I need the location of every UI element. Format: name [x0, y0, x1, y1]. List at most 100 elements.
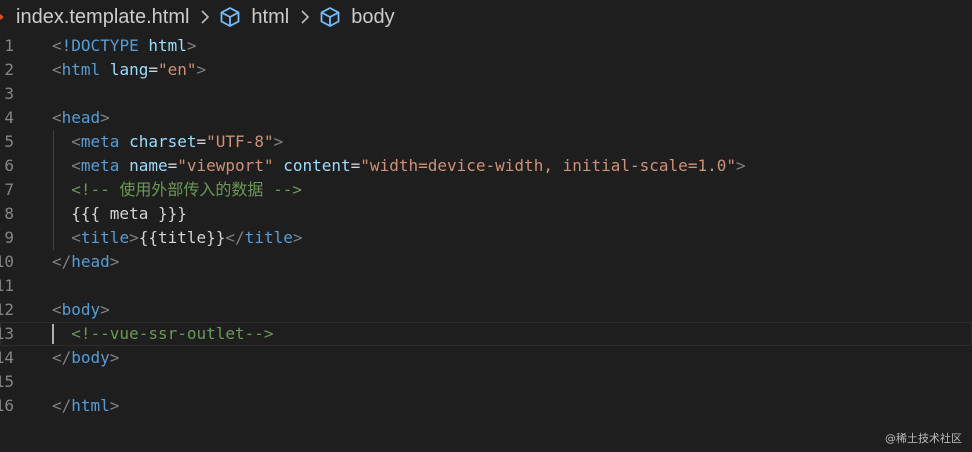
- code-token: title: [80, 228, 130, 247]
- code-text: <!DOCTYPE html>: [52, 34, 197, 58]
- code-line[interactable]: 4 <head>: [0, 106, 972, 130]
- line-number: 6: [4, 156, 14, 175]
- code-token: </: [52, 252, 72, 271]
- line-number: 5: [4, 132, 14, 151]
- code-token: head: [61, 108, 101, 127]
- breadcrumb-item-html[interactable]: html: [251, 6, 289, 29]
- code-line[interactable]: 5 <meta charset="UTF-8">: [0, 130, 972, 154]
- line-number: 2: [4, 60, 14, 79]
- code-line[interactable]: 6 <meta name="viewport" content="width=d…: [0, 154, 972, 178]
- code-line[interactable]: 8 {{{ meta }}}: [0, 202, 972, 226]
- element-cube-icon: [219, 6, 241, 28]
- breadcrumb: index.template.html html body: [0, 0, 972, 34]
- code-text: <head>: [52, 106, 110, 130]
- code-token: >: [129, 228, 139, 247]
- code-line[interactable]: 15: [0, 370, 972, 394]
- code-token: >: [109, 348, 120, 367]
- line-number: 12: [0, 300, 14, 319]
- code-token: >: [273, 132, 284, 151]
- code-text: </head>: [52, 250, 119, 274]
- code-token: =: [196, 132, 207, 151]
- code-token: "width=device-width, initial-scale=1.0": [360, 156, 736, 175]
- code-token: lang: [109, 60, 149, 79]
- code-line[interactable]: 9 <title>{{title}}</title>: [0, 226, 972, 250]
- code-line[interactable]: 13 <!--vue-ssr-outlet-->: [0, 322, 972, 346]
- code-token: >: [735, 156, 746, 175]
- code-token: >: [100, 108, 110, 127]
- line-number: 4: [4, 108, 14, 127]
- code-text: <meta charset="UTF-8">: [52, 130, 283, 154]
- watermark: @稀土技术社区: [885, 432, 962, 445]
- code-token: <: [52, 108, 62, 127]
- code-text: <meta name="viewport" content="width=dev…: [52, 154, 746, 178]
- code-token: {{title}}: [138, 228, 226, 247]
- code-line[interactable]: 1 <!DOCTYPE html>: [0, 34, 972, 58]
- code-line[interactable]: 10 </head>: [0, 250, 972, 274]
- chevron-right-icon: [295, 8, 315, 26]
- element-cube-icon: [319, 6, 341, 28]
- code-text: <title>{{title}}</title>: [52, 226, 303, 250]
- code-line[interactable]: 3: [0, 82, 972, 106]
- code-token: body: [61, 300, 101, 319]
- line-number: 8: [4, 204, 14, 223]
- code-editor: index.template.html html body 1 <!DOCTYPE…: [0, 0, 972, 452]
- code-token: </: [225, 228, 245, 247]
- code-line[interactable]: 7 <!-- 使用外部传入的数据 -->: [0, 178, 972, 202]
- line-number: 13: [0, 324, 14, 343]
- line-number: 9: [4, 228, 14, 247]
- code-text: <body>: [52, 298, 110, 322]
- code-token: "en": [157, 60, 197, 79]
- code-text: <!--vue-ssr-outlet-->: [52, 322, 273, 346]
- code-text: </html>: [52, 394, 119, 418]
- code-token: =: [148, 60, 158, 79]
- code-line[interactable]: 12 <body>: [0, 298, 972, 322]
- code-token: <!-- 使用外部传入的数据 -->: [71, 180, 302, 199]
- code-token: >: [292, 228, 303, 247]
- code-text: </body>: [52, 346, 119, 370]
- line-number: 14: [0, 348, 14, 367]
- line-number: 15: [0, 372, 14, 391]
- code-token: <: [52, 36, 62, 55]
- line-number: 11: [0, 276, 14, 295]
- code-token: <: [71, 228, 81, 247]
- code-line[interactable]: 2 <html lang="en">: [0, 58, 972, 82]
- code-lines[interactable]: 1 <!DOCTYPE html> 2 <html lang="en"> 3 4 <head…: [0, 34, 972, 418]
- code-token: <: [71, 156, 81, 175]
- code-token: >: [109, 252, 120, 271]
- line-number: 3: [4, 84, 14, 103]
- code-token: "UTF-8": [206, 132, 274, 151]
- code-token: >: [186, 36, 197, 55]
- code-token: charset: [129, 132, 197, 151]
- code-token: </: [52, 396, 72, 415]
- code-line[interactable]: 11: [0, 274, 972, 298]
- code-token: >: [109, 396, 120, 415]
- code-token: =: [167, 156, 178, 175]
- line-number: 16: [0, 396, 14, 415]
- code-token: >: [100, 300, 110, 319]
- code-line[interactable]: 14 </body>: [0, 346, 972, 370]
- code-token: name: [129, 156, 168, 175]
- code-token: >: [196, 60, 207, 79]
- code-token: title: [244, 228, 293, 247]
- line-number: 7: [4, 180, 14, 199]
- code-text: <html lang="en">: [52, 58, 206, 82]
- code-token: <: [52, 60, 62, 79]
- breadcrumb-file[interactable]: index.template.html: [16, 6, 189, 29]
- breadcrumb-item-body[interactable]: body: [351, 6, 394, 29]
- code-token: body: [71, 348, 110, 367]
- code-token: meta: [80, 156, 130, 175]
- code-token: html: [61, 60, 110, 79]
- code-line[interactable]: 16 </html>: [0, 394, 972, 418]
- code-token: html: [148, 36, 187, 55]
- code-token: <: [52, 300, 62, 319]
- code-text: <!-- 使用外部传入的数据 -->: [52, 178, 302, 202]
- code-token: =: [350, 156, 361, 175]
- code-token: content: [283, 156, 351, 175]
- code-token: "viewport": [177, 156, 274, 175]
- html-file-icon: [0, 7, 7, 27]
